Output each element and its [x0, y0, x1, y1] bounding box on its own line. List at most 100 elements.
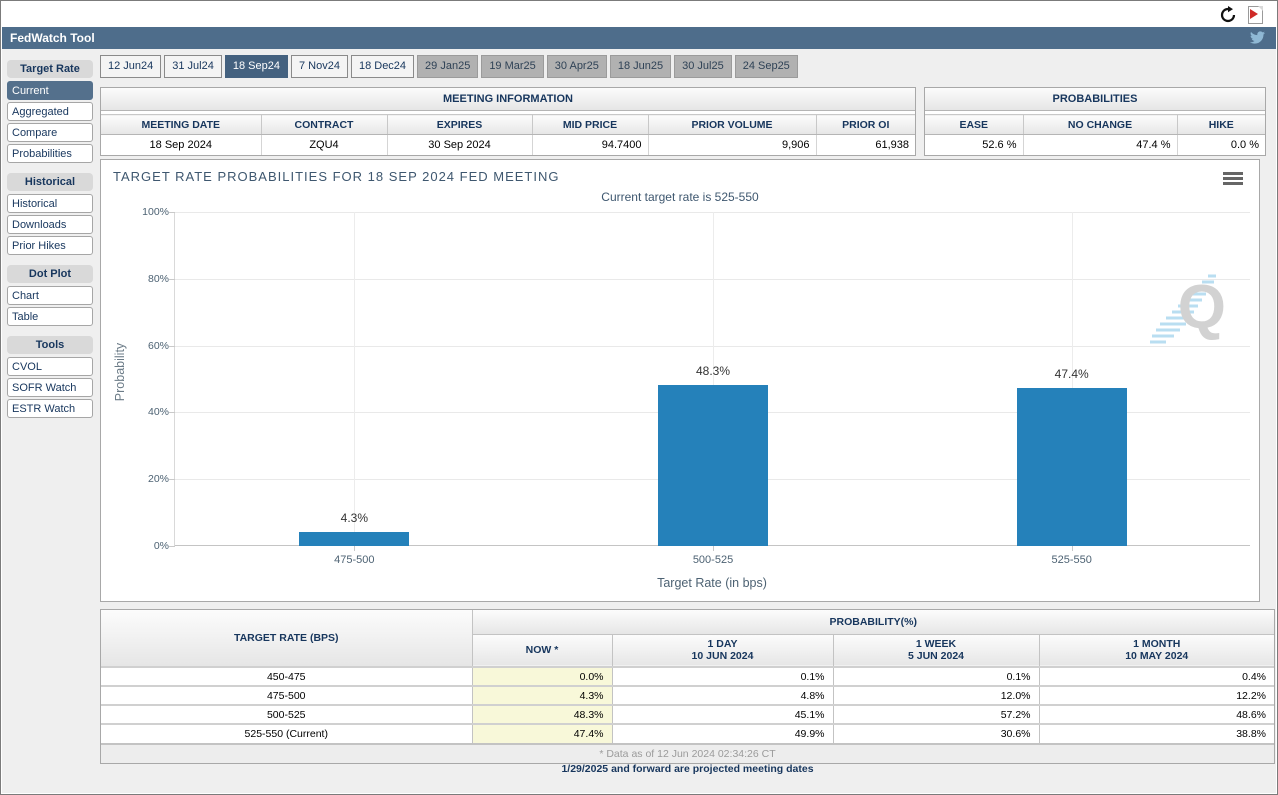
tab-24-sep25[interactable]: 24 Sep25: [734, 55, 798, 78]
mid-price-value: 94.7400: [531, 134, 648, 155]
probability-cell-now: 48.3%: [471, 704, 613, 725]
sidebar-item-chart[interactable]: Chart: [7, 286, 93, 305]
prob-table-row-475-500: 475-500 4.3% 4.8% 12.0% 12.2%: [101, 685, 1274, 706]
tab-29-jan25[interactable]: 29 Jan25: [417, 55, 479, 78]
tab-31-jul24[interactable]: 31 Jul24: [164, 55, 222, 78]
one-day-header: 1 DAY 10 JUN 2024: [611, 634, 834, 668]
sidebar-item-estr-watch[interactable]: ESTR Watch: [7, 399, 93, 418]
probabilities-title: PROBABILITIES: [925, 88, 1265, 111]
col-header: NO CHANGE: [1022, 114, 1177, 135]
data-as-of-footnote: * Data as of 12 Jun 2024 02:34:26 CT: [101, 743, 1274, 763]
probability-cell-week: 12.0%: [832, 685, 1040, 706]
tab-12-jun24[interactable]: 12 Jun24: [100, 55, 162, 78]
header-line: 1 DAY: [707, 638, 738, 651]
col-header: PRIOR VOLUME: [647, 114, 816, 135]
probabilities-table: EASE NO CHANGE HIKE 52.6 % 47.4 % 0.0 %: [925, 114, 1265, 155]
hamburger-menu-icon[interactable]: [1223, 172, 1243, 187]
sidebar-item-table[interactable]: Table: [7, 307, 93, 326]
sidebar-item-compare[interactable]: Compare: [7, 123, 93, 142]
tab-7-nov24[interactable]: 7 Nov24: [290, 55, 348, 78]
y-tick-label: 40%: [147, 406, 169, 419]
probability-cell-week: 57.2%: [832, 704, 1040, 725]
probability-cell-month: 38.8%: [1038, 723, 1274, 744]
probability-history-panel: TARGET RATE (BPS) PROBABILITY(%) NOW * 1…: [100, 609, 1275, 764]
prob-table-row-500-525: 500-525 48.3% 45.1% 57.2% 48.6%: [101, 704, 1274, 725]
red-arrow: [1250, 9, 1258, 19]
y-axis-title: Probability: [113, 342, 127, 402]
col-header: HIKE: [1176, 114, 1265, 135]
x-category-label: 500-525: [692, 554, 734, 566]
tab-30-jul25[interactable]: 30 Jul25: [674, 55, 732, 78]
hike-value: 0.0 %: [1176, 134, 1265, 155]
header-line: 10 MAY 2024: [1125, 650, 1189, 663]
probability-cell-month: 0.4%: [1038, 666, 1274, 687]
tab-19-mar25[interactable]: 19 Mar25: [481, 55, 544, 78]
x-category-label: 525-550: [1051, 554, 1092, 566]
tab-30-apr25[interactable]: 30 Apr25: [546, 55, 607, 78]
sidebar-item-historical[interactable]: Historical: [7, 194, 93, 213]
twitter-bird-icon[interactable]: [1249, 30, 1266, 45]
y-tick-label: 80%: [147, 272, 169, 285]
x-axis-tick: [1071, 546, 1073, 551]
sidebar-item-aggregated[interactable]: Aggregated: [7, 102, 93, 121]
probability-cell-day: 49.9%: [611, 723, 834, 744]
y-axis-tick: [169, 212, 175, 213]
meeting-info-table: MEETING DATE CONTRACT EXPIRES MID PRICE …: [101, 114, 915, 155]
bar-475-500[interactable]: [299, 531, 410, 546]
x-axis-tick: [713, 546, 714, 551]
y-tick-label: 100%: [142, 206, 169, 218]
bar-525-550[interactable]: [1016, 387, 1127, 546]
content-area: Target Rate Current Aggregated Compare Proba…: [2, 49, 1276, 793]
probabilities-panel: PROBABILITIES EASE NO CHANGE HIKE 52.6 %…: [924, 87, 1266, 156]
target-rate-cell: 475-500: [101, 685, 473, 706]
pdf-export-icon[interactable]: [1248, 6, 1263, 24]
y-axis-tick: [169, 546, 175, 547]
main-area: 12 Jun24 31 Jul24 18 Sep24 7 Nov24 18 Dec24 2…: [98, 49, 1277, 794]
y-tick-label: 20%: [147, 473, 169, 486]
x-axis-tick: [354, 546, 356, 551]
one-month-header: 1 MONTH 10 MAY 2024: [1038, 634, 1274, 668]
y-tick-label: 0%: [153, 540, 169, 552]
probability-cell-now: 0.0%: [471, 666, 613, 687]
sidebar-item-cvol[interactable]: CVOL: [7, 357, 93, 376]
tab-18-sep24[interactable]: 18 Sep24: [224, 55, 288, 78]
y-tick-label: 60%: [147, 339, 169, 352]
sidebar-item-current[interactable]: Current: [7, 81, 93, 100]
tab-18-jun25[interactable]: 18 Jun25: [609, 55, 672, 78]
sidebar-item-sofr-watch[interactable]: SOFR Watch: [7, 378, 93, 397]
tab-18-dec24[interactable]: 18 Dec24: [350, 55, 415, 78]
probability-cell-now: 4.3%: [471, 685, 613, 706]
quikstrike-q-logo: Q: [1177, 273, 1226, 342]
fedwatch-page: FedWatch Tool Target Rate Current Aggregat…: [0, 0, 1278, 795]
probability-cell-day: 4.8%: [611, 685, 834, 706]
sidebar-item-probabilities[interactable]: Probabilities: [7, 144, 93, 163]
probability-cell-month: 12.2%: [1038, 685, 1274, 706]
col-header: PRIOR OI: [815, 114, 915, 135]
target-rate-cell: 500-525: [101, 704, 473, 725]
prob-table-row-450-475: 450-475 0.0% 0.1% 0.1% 0.4%: [101, 666, 1274, 687]
quikstrike-watermark: Q: [1150, 270, 1232, 346]
probability-cell-month: 48.6%: [1038, 704, 1274, 725]
x-gridline: [354, 212, 356, 546]
no-change-value: 47.4 %: [1022, 134, 1177, 155]
header-line: 10 JUN 2024: [691, 650, 754, 663]
probability-cell-week: 30.6%: [832, 723, 1040, 744]
sidebar-item-downloads[interactable]: Downloads: [7, 215, 93, 234]
bar-500-525[interactable]: [658, 384, 768, 546]
x-category-label: 475-500: [334, 554, 375, 566]
bar-value-label: 4.3%: [340, 510, 368, 525]
projected-dates-note: 1/29/2025 and forward are projected meet…: [561, 763, 814, 775]
sidebar-section-tools: Tools: [7, 336, 93, 354]
header-line: 1 MONTH: [1133, 638, 1181, 651]
col-header: MID PRICE: [531, 114, 648, 135]
prior-volume-value: 9,906: [647, 134, 816, 155]
browser-toolbar: [1, 1, 1277, 27]
meeting-tabs: 12 Jun24 31 Jul24 18 Sep24 7 Nov24 18 Dec24 2…: [100, 55, 798, 78]
sidebar-section-target-rate: Target Rate: [7, 60, 93, 78]
sidebar-item-prior-hikes[interactable]: Prior Hikes: [7, 236, 93, 255]
page-fold: [1258, 6, 1263, 11]
y-axis-tick: [169, 345, 175, 347]
col-header: EXPIRES: [386, 114, 532, 135]
col-header: MEETING DATE: [101, 114, 261, 135]
refresh-icon[interactable]: [1219, 6, 1237, 24]
